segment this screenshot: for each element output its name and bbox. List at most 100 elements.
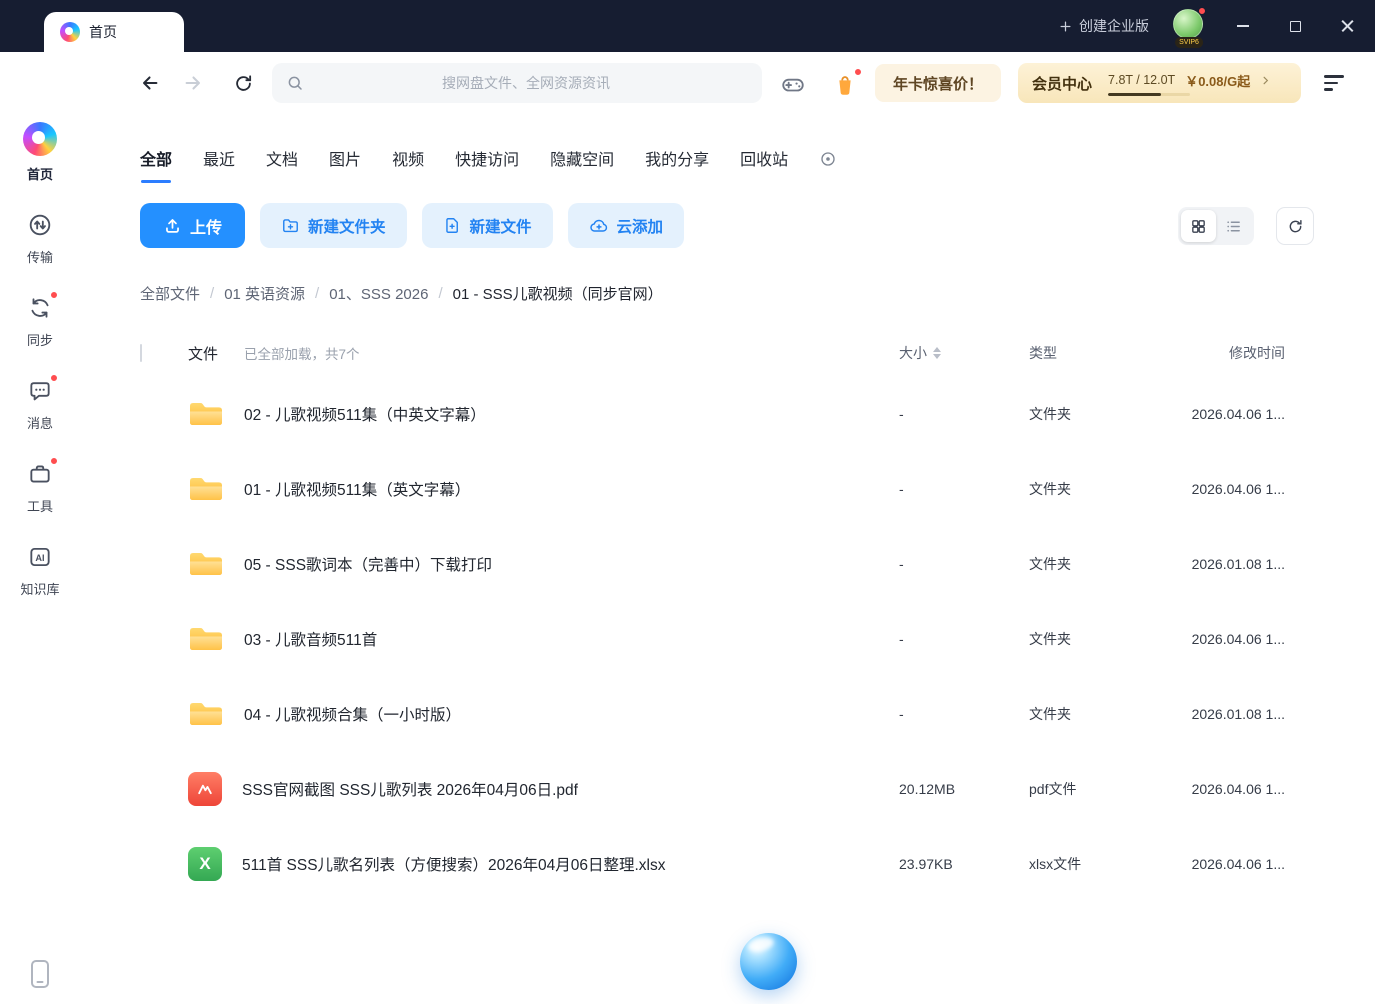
tab-hidden-space[interactable]: 隐藏空间 [550,146,614,183]
file-row[interactable]: SSS官网截图 SSS儿歌列表 2026年04月06日.pdf 20.12MB … [140,751,1285,826]
file-row[interactable]: 05 - SSS歌词本（完善中）下载打印 - 文件夹 2026.01.08 1.… [140,526,1285,601]
cloud-add-icon [589,216,609,236]
create-enterprise-button[interactable]: 创建企业版 [1058,16,1149,36]
back-button[interactable] [135,68,165,98]
minimize-button[interactable] [1229,12,1257,40]
ai-assistant-button[interactable] [740,933,797,990]
close-button[interactable] [1333,12,1361,40]
folder-icon [188,699,224,729]
new-folder-button[interactable]: 新建文件夹 [260,203,407,248]
column-modified-time: 修改时间 [1175,343,1285,363]
maximize-button[interactable] [1281,12,1309,40]
refresh-page-button[interactable] [228,68,258,98]
user-avatar[interactable]: SVIP6 [1173,9,1205,43]
breadcrumb-item-root[interactable]: 全部文件 [140,283,200,304]
main-content: 年卡惊喜价！ 会员中心 7.8T / 12.0T ￥0.08/G起 全部 最近 … [80,52,1375,1004]
file-name[interactable]: 05 - SSS歌词本（完善中）下载打印 [244,553,492,575]
list-view-button[interactable] [1216,210,1251,242]
phone-icon [31,960,49,988]
create-enterprise-label: 创建企业版 [1079,16,1149,36]
file-name[interactable]: 511首 SSS儿歌名列表（方便搜索）2026年04月06日整理.xlsx [242,853,666,875]
file-size: - [899,706,1029,722]
sidebar-item-sync[interactable]: 同步 [6,294,74,349]
breadcrumb-item-current: 01 - SSS儿歌视频（同步官网） [453,283,663,304]
sidebar-label-home: 首页 [27,164,53,183]
file-row[interactable]: 02 - 儿歌视频511集（中英文字幕） - 文件夹 2026.04.06 1.… [140,376,1285,451]
search-input[interactable] [304,75,748,91]
avatar-notification-dot [1198,7,1206,15]
minimize-icon [1237,25,1249,27]
breadcrumb-separator: / [438,285,442,302]
tab-all[interactable]: 全部 [140,146,172,183]
forward-icon [182,72,204,94]
file-row[interactable]: 04 - 儿歌视频合集（一小时版） - 文件夹 2026.01.08 1... [140,676,1285,751]
file-time: 2026.04.06 1... [1175,406,1285,422]
target-circle-icon [819,150,837,168]
file-row[interactable]: 01 - 儿歌视频511集（英文字幕） - 文件夹 2026.04.06 1..… [140,451,1285,526]
file-name[interactable]: 02 - 儿歌视频511集（中英文字幕） [244,403,486,425]
titlebar: 首页 创建企业版 SVIP6 [0,0,1375,52]
column-file: 文件 [188,343,218,364]
gift-button[interactable] [828,67,862,101]
sort-arrows-icon [933,347,941,359]
file-row[interactable]: 511首 SSS儿歌名列表（方便搜索）2026年04月06日整理.xlsx 23… [140,826,1285,901]
file-time: 2026.04.06 1... [1175,856,1285,872]
file-name[interactable]: 04 - 儿歌视频合集（一小时版） [244,703,461,725]
plus-icon [1058,19,1073,34]
sidebar-item-transfer[interactable]: 传输 [6,211,74,266]
column-type: 类型 [1029,343,1175,363]
file-row[interactable]: 03 - 儿歌音频511首 - 文件夹 2026.04.06 1... [140,601,1285,676]
tab-recent[interactable]: 最近 [203,146,235,183]
tab-recycle-bin[interactable]: 回收站 [740,146,788,183]
folder-icon [188,549,224,579]
file-name[interactable]: 03 - 儿歌音频511首 [244,628,377,650]
storage-progress-fill [1108,93,1161,96]
storage-quota-text: 7.8T / 12.0T [1108,73,1175,87]
promo-label: 年卡惊喜价！ [893,73,983,94]
new-file-button[interactable]: 新建文件 [422,203,553,248]
file-list-header: 文件 已全部加载，共7个 大小 类型 修改时间 [140,330,1285,376]
list-view-icon [1225,218,1242,235]
svg-text:AI: AI [35,553,44,563]
tab-my-shares[interactable]: 我的分享 [645,146,709,183]
chevron-right-icon [1260,75,1271,86]
sidebar-item-tools[interactable]: 工具 [6,460,74,515]
folder-icon [188,474,224,504]
pdf-file-icon [188,772,222,806]
annual-card-promo-button[interactable]: 年卡惊喜价！ [875,64,1001,102]
forward-button[interactable] [178,68,208,98]
tab-images[interactable]: 图片 [329,146,361,183]
breadcrumb-item-1[interactable]: 01 英语资源 [224,283,305,304]
file-size: - [899,556,1029,572]
tab-quick-access[interactable]: 快捷访问 [455,146,519,183]
sidebar-item-messages[interactable]: 消息 [6,377,74,432]
file-name[interactable]: SSS官网截图 SSS儿歌列表 2026年04月06日.pdf [242,778,578,800]
tab-home[interactable]: 首页 [44,12,184,52]
sidebar-item-knowledge[interactable]: AI 知识库 [6,543,74,598]
file-type: 文件夹 [1029,479,1175,499]
sidebar-item-home[interactable]: 首页 [6,122,74,183]
refresh-list-button[interactable] [1276,207,1314,245]
vip-badge: SVIP6 [1175,37,1203,48]
breadcrumb-item-2[interactable]: 01、SSS 2026 [329,283,428,304]
phone-link-button[interactable] [31,960,49,988]
search-box [272,63,762,103]
grid-view-button[interactable] [1181,210,1216,242]
sidebar-label-transfer: 传输 [27,247,53,266]
transfer-icon [26,211,54,239]
member-center-button[interactable]: 会员中心 7.8T / 12.0T ￥0.08/G起 [1018,63,1301,103]
select-all-checkbox[interactable] [140,344,142,362]
sidebar: 首页 传输 同步 消息 [0,52,80,1004]
sidebar-label-knowledge: 知识库 [20,579,59,598]
column-size-sort[interactable]: 大小 [899,343,1029,363]
new-folder-icon [281,216,300,235]
folder-icon [188,399,224,429]
cloud-add-button[interactable]: 云添加 [568,203,685,248]
upload-button[interactable]: 上传 [140,203,245,248]
tab-documents[interactable]: 文档 [266,146,298,183]
tab-videos[interactable]: 视频 [392,146,424,183]
file-name[interactable]: 01 - 儿歌视频511集（英文字幕） [244,478,470,500]
sort-filter-button[interactable] [1324,68,1356,98]
games-button[interactable] [776,67,810,101]
tabs-settings-button[interactable] [819,150,837,168]
